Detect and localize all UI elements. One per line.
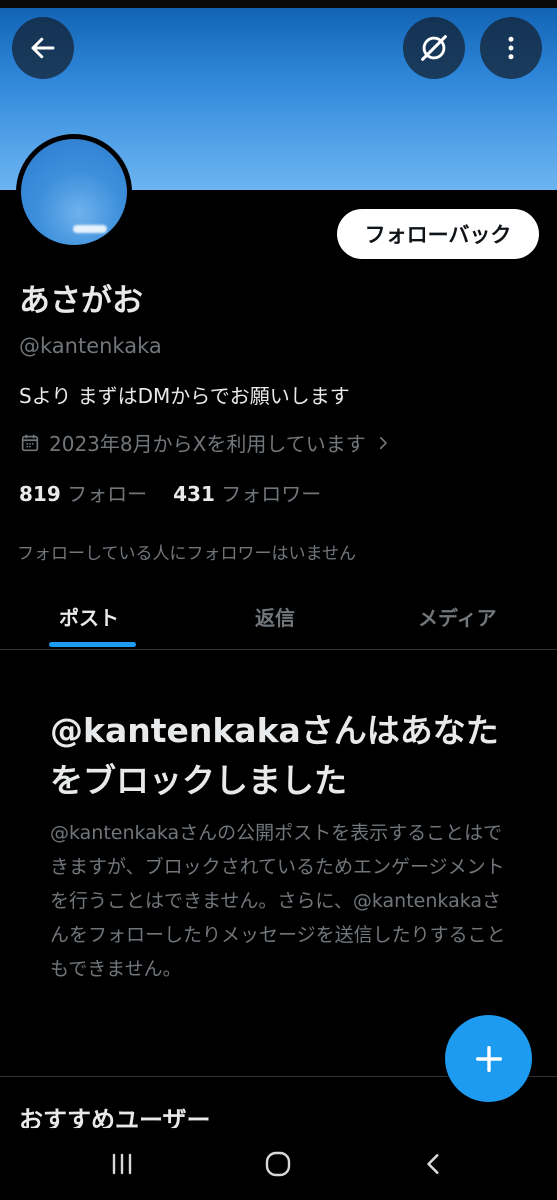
plus-icon <box>475 1045 502 1072</box>
display-name: あさがお <box>19 283 143 319</box>
tab-replies[interactable]: 返信 <box>255 602 295 631</box>
blocked-notice-body: @kantenkakaさんの公開ポストを表示することはできますが、ブロックされて… <box>50 822 506 980</box>
follow-stats: 819 フォロー 431 フォロワー <box>19 478 321 507</box>
chevron-left-icon <box>427 1154 439 1174</box>
more-options-button[interactable] <box>480 17 542 79</box>
tab-posts[interactable]: ポスト <box>59 602 119 631</box>
user-handle: @kantenkaka <box>19 334 162 358</box>
home-circle-icon <box>265 1151 291 1177</box>
system-back-button[interactable] <box>414 1144 454 1184</box>
chevron-right-icon <box>379 436 387 449</box>
avatar[interactable] <box>16 134 132 250</box>
profile-bio: Sより まずはDMからでお願いします <box>19 384 350 408</box>
system-navigation-bar <box>0 1128 557 1200</box>
profile-tabs: ポスト 返信 メディア <box>0 588 557 650</box>
back-button[interactable] <box>12 17 74 79</box>
following-count: 819 <box>19 482 61 506</box>
compose-post-button[interactable] <box>445 1015 532 1102</box>
more-vertical-icon <box>508 36 514 60</box>
arrow-left-icon <box>31 37 55 59</box>
grok-button[interactable] <box>403 17 465 79</box>
avatar-image <box>21 139 127 245</box>
following-label: フォロー <box>67 482 148 506</box>
calendar-icon <box>21 434 39 451</box>
followers-link[interactable]: 431 フォロワー <box>173 478 321 507</box>
mutual-followers-text: フォローしている人にフォロワーはいません <box>17 544 356 564</box>
recent-apps-icon <box>112 1153 132 1175</box>
blocked-notice-title: @kantenkakaさんはあなたをブロックしました <box>50 711 499 800</box>
joined-date-row[interactable]: 2023年8月からXを利用しています <box>19 428 392 457</box>
followers-count: 431 <box>173 482 215 506</box>
profile-page: フォローバック あさがお @kantenkaka Sより まずはDMからでお願い… <box>0 0 557 1200</box>
home-button[interactable] <box>258 1144 298 1184</box>
tab-media[interactable]: メディア <box>418 602 497 631</box>
joined-date-text: 2023年8月からXを利用しています <box>49 432 366 456</box>
active-tab-indicator <box>49 642 136 647</box>
grok-slash-circle-icon <box>421 35 447 61</box>
followers-label: フォロワー <box>221 482 322 506</box>
follow-back-button[interactable]: フォローバック <box>337 209 539 259</box>
recent-apps-button[interactable] <box>102 1144 142 1184</box>
following-link[interactable]: 819 フォロー <box>19 478 147 507</box>
